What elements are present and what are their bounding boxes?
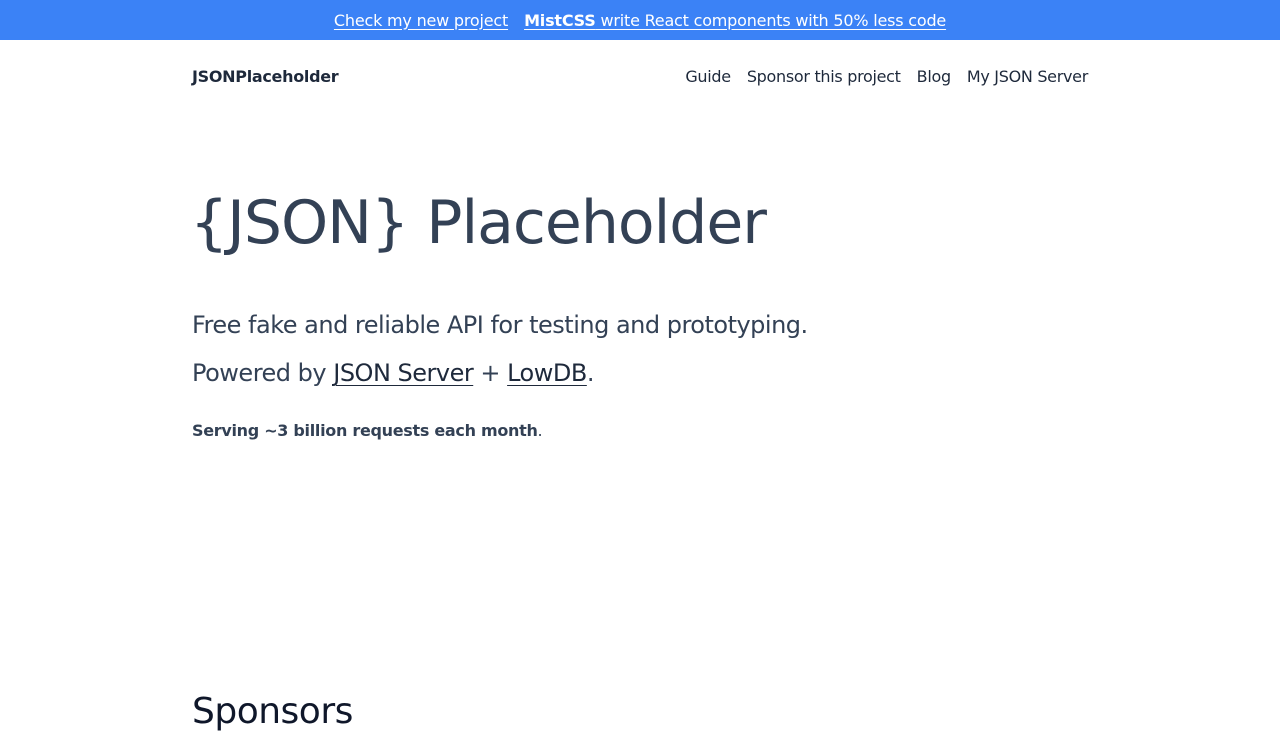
lowdb-link[interactable]: LowDB — [507, 359, 587, 387]
request-stats-text: Serving ~3 billion requests each month — [192, 421, 538, 440]
nav-link-my-json-server[interactable]: My JSON Server — [967, 67, 1088, 86]
powered-by-line: Powered by JSON Server + LowDB. — [192, 357, 594, 389]
sponsors-heading: Sponsors — [192, 691, 353, 732]
banner-prefix: Check my new project — [333, 10, 509, 30]
main-nav: Guide Sponsor this project Blog My JSON … — [685, 67, 1088, 86]
page-title: {JSON} Placeholder — [190, 188, 767, 258]
banner-project-name: MistCSS — [524, 10, 596, 30]
banner-link[interactable]: Check my new project MistCSS write React … — [334, 11, 946, 30]
announcement-banner: Check my new project MistCSS write React … — [0, 0, 1280, 40]
nav-link-blog[interactable]: Blog — [917, 67, 951, 86]
hero-tagline: Free fake and reliable API for testing a… — [192, 311, 808, 339]
powered-join: + — [473, 359, 508, 387]
powered-prefix: Powered by — [192, 359, 334, 387]
json-server-link[interactable]: JSON Server — [333, 359, 474, 387]
powered-suffix: . — [586, 359, 595, 387]
nav-link-guide[interactable]: Guide — [685, 67, 731, 86]
banner-description: write React components with 50% less cod… — [595, 10, 947, 30]
site-header: JSONPlaceholder Guide Sponsor this proje… — [192, 40, 1088, 112]
request-stats: Serving ~3 billion requests each month. — [192, 421, 543, 440]
brand-logo-link[interactable]: JSONPlaceholder — [192, 67, 339, 86]
request-stats-suffix: . — [537, 421, 543, 440]
nav-link-sponsor[interactable]: Sponsor this project — [747, 67, 901, 86]
